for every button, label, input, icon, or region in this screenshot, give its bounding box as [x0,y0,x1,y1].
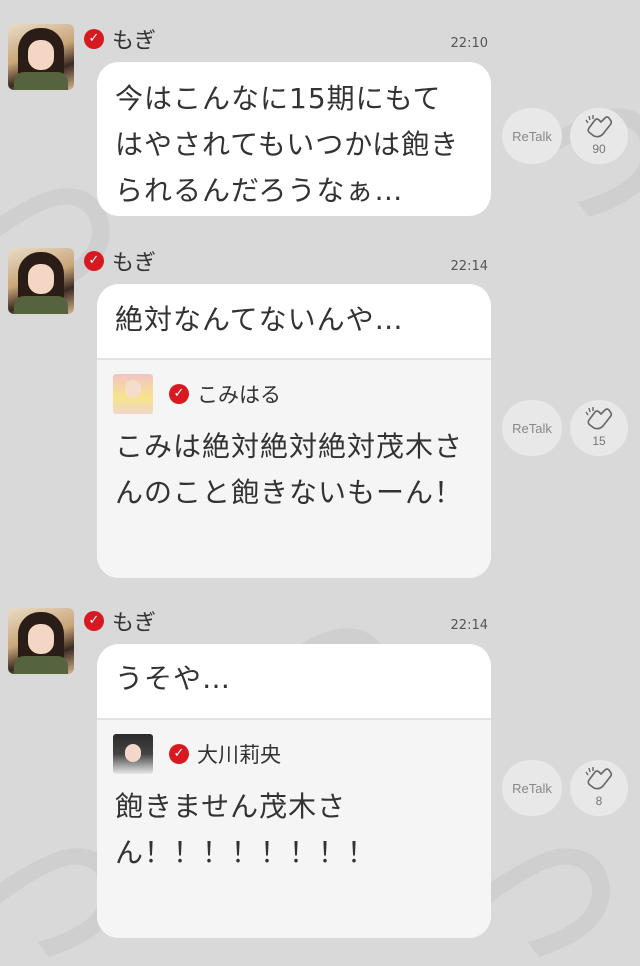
verified-check-icon: ✓ [169,384,189,404]
retalk-button[interactable]: ReTalk [502,760,562,816]
quoted-sender-name: 大川莉央 [197,743,281,767]
sender-row: ✓ もぎ [84,26,157,54]
avatar[interactable] [8,248,74,314]
retalk-button[interactable]: ReTalk [502,400,562,456]
message-text: うそや… [115,662,232,695]
verified-check-icon: ✓ [169,744,189,764]
clap-hands-icon [585,407,613,430]
clap-button[interactable]: 8 [570,760,628,816]
sender-name: もぎ [112,251,157,276]
quoted-text: 飽きません茂木さん！！！！！！！！ [115,790,377,869]
clap-count: 90 [592,142,606,156]
quoted-avatar [113,374,153,414]
clap-hands-icon [585,115,613,138]
avatar[interactable] [8,24,74,90]
avatar[interactable] [8,608,74,674]
sender-name: もぎ [112,29,157,54]
clap-count: 15 [592,434,606,448]
quoted-text: こみは絶対絶対絶対茂木さんのこと飽きないもーん！ [115,430,464,509]
timestamp: 22:10 [450,36,488,51]
verified-check-icon: ✓ [84,611,104,631]
timestamp: 22:14 [450,618,488,633]
message-bubble: 絶対なんてないんや… ✓ こみはる こみは絶対絶対絶対茂木さんのこと飽きないもー… [97,284,491,578]
quoted-talk[interactable]: ✓ こみはる こみは絶対絶対絶対茂木さんのこと飽きないもーん！ [97,358,491,578]
sender-row: ✓ もぎ [84,608,157,636]
message-bubble: うそや… ✓ 大川莉央 飽きません茂木さん！！！！！！！！ [97,644,491,938]
clap-hands-icon [585,767,613,790]
quoted-avatar [113,734,153,774]
sender-row: ✓ もぎ [84,248,157,276]
timestamp: 22:14 [450,259,488,274]
message-text: 今はこんなに15期にもてはやされてもいつかは飽きられるんだろうなぁ… [115,82,460,207]
quoted-talk[interactable]: ✓ 大川莉央 飽きません茂木さん！！！！！！！！ [97,718,491,938]
sender-name: もぎ [112,611,157,636]
clap-button[interactable]: 90 [570,108,628,164]
retalk-button[interactable]: ReTalk [502,108,562,164]
message-text: 絶対なんてないんや… [115,303,404,336]
message-bubble: 今はこんなに15期にもてはやされてもいつかは飽きられるんだろうなぁ… [97,62,491,216]
verified-check-icon: ✓ [84,251,104,271]
clap-count: 8 [595,794,603,808]
clap-button[interactable]: 15 [570,400,628,456]
verified-check-icon: ✓ [84,29,104,49]
quoted-sender-name: こみはる [197,383,281,407]
